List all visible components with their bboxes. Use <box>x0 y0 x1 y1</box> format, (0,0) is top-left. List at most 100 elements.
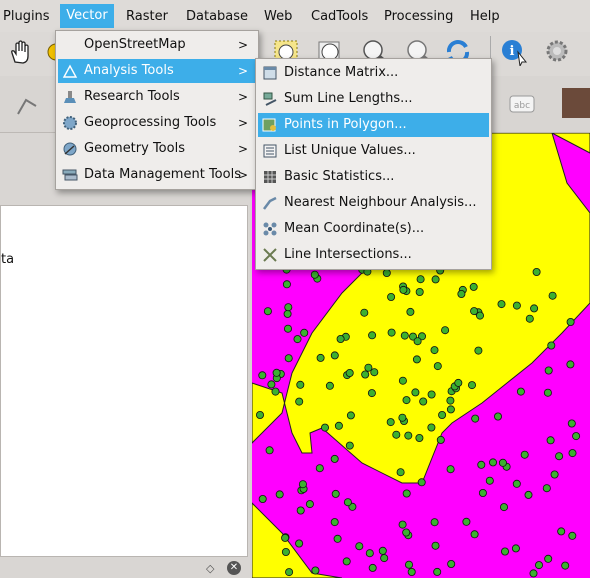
menu-item-points-in-polygon[interactable]: Points in Polygon... <box>258 113 489 137</box>
map-point <box>404 560 413 569</box>
map-point <box>427 423 436 432</box>
map-point <box>561 561 570 570</box>
menu-item-research-tools[interactable]: Research Tools > <box>58 85 256 109</box>
menu-item-distance-matrix[interactable]: Distance Matrix... <box>258 61 489 85</box>
menu-item-nearest-neighbour-analysis[interactable]: Nearest Neighbour Analysis... <box>258 191 489 215</box>
map-point <box>471 414 480 423</box>
menu-bar: Plugins Vector Raster Database Web CadTo… <box>0 0 590 33</box>
map-point <box>544 554 553 563</box>
menu-item-geometry-tools[interactable]: Geometry Tools > <box>58 137 256 161</box>
map-point <box>467 381 476 390</box>
vector-menu: OpenStreetMap > Analysis Tools > Researc… <box>55 30 259 190</box>
identify-icon[interactable]: i <box>500 38 528 66</box>
close-icon[interactable]: ✕ <box>227 561 241 575</box>
menu-item-analysis-tools[interactable]: Analysis Tools > <box>58 59 256 83</box>
menu-plugins[interactable]: Plugins <box>0 8 53 26</box>
digitize-icon[interactable] <box>14 92 42 120</box>
map-point <box>446 396 455 405</box>
map-point <box>258 371 267 380</box>
sum-line-lengths-icon <box>263 92 277 106</box>
map-point <box>345 368 354 377</box>
map-point <box>343 498 352 507</box>
menu-item-label: Research Tools <box>84 89 180 104</box>
basic-statistics-icon <box>264 171 276 183</box>
map-point <box>295 397 304 406</box>
map-point <box>285 568 294 577</box>
map-point <box>281 533 290 542</box>
map-point <box>512 301 521 310</box>
settings-gear-icon[interactable] <box>544 38 572 66</box>
map-point <box>433 362 442 371</box>
geoprocessing-icon <box>63 116 77 130</box>
map-point <box>345 441 354 450</box>
map-point <box>497 300 506 309</box>
map-point <box>411 388 420 397</box>
map-point <box>355 542 364 551</box>
submenu-arrow-icon: > <box>237 90 248 104</box>
menu-item-label: Basic Statistics... <box>284 169 395 184</box>
map-point <box>415 433 424 442</box>
label-abc-icon[interactable]: abc <box>508 90 536 118</box>
map-point <box>330 351 339 360</box>
map-point <box>430 518 439 527</box>
menu-item-sum-line-lengths[interactable]: Sum Line Lengths... <box>258 87 489 111</box>
float-icon[interactable]: ◇ <box>206 562 214 575</box>
menu-item-label: Points in Polygon... <box>284 117 407 132</box>
map-point <box>382 268 391 277</box>
menu-help[interactable]: Help <box>467 8 503 26</box>
map-point <box>392 430 401 439</box>
menu-item-label: Distance Matrix... <box>284 65 399 80</box>
map-point <box>566 360 575 369</box>
menu-item-line-intersections[interactable]: Line Intersections... <box>258 243 489 267</box>
menu-cadtools[interactable]: CadTools <box>308 8 371 26</box>
map-point <box>475 311 484 320</box>
map-point <box>532 267 541 276</box>
map-point <box>368 331 377 340</box>
map-point <box>361 370 370 379</box>
map-point <box>416 275 425 284</box>
menu-web[interactable]: Web <box>261 8 295 26</box>
menu-raster[interactable]: Raster <box>123 8 171 26</box>
menu-item-data-management-tools[interactable]: Data Management Tools > <box>58 163 256 187</box>
nearest-neighbour-icon <box>263 196 277 210</box>
map-point <box>315 464 324 473</box>
map-point <box>267 380 276 389</box>
map-point <box>529 569 538 578</box>
menu-item-geoprocessing-tools[interactable]: Geoprocessing Tools > <box>58 111 256 135</box>
menu-processing[interactable]: Processing <box>381 8 456 26</box>
map-point <box>398 520 407 529</box>
map-point <box>400 331 409 340</box>
menu-item-label: Geoprocessing Tools <box>84 115 217 130</box>
menu-item-mean-coordinates[interactable]: Mean Coordinate(s)... <box>258 217 489 241</box>
map-point <box>283 309 292 318</box>
menu-item-openstreetmap[interactable]: OpenStreetMap > <box>58 33 256 57</box>
map-point <box>407 567 416 576</box>
map-point <box>342 557 351 566</box>
pan-hand-icon[interactable] <box>6 38 34 66</box>
map-point <box>284 303 293 312</box>
menu-database[interactable]: Database <box>183 8 251 26</box>
map-point <box>447 559 456 568</box>
map-point <box>402 489 411 498</box>
map-point <box>436 435 445 444</box>
map-point <box>402 528 411 537</box>
menu-item-label: List Unique Values... <box>284 143 416 158</box>
map-point <box>493 412 502 421</box>
map-point <box>256 410 264 419</box>
map-point <box>398 413 407 422</box>
map-point <box>298 480 307 489</box>
menu-vector[interactable]: Vector <box>60 4 114 28</box>
menu-item-basic-statistics[interactable]: Basic Statistics... <box>258 165 489 189</box>
map-point <box>457 289 466 298</box>
map-point <box>387 328 396 337</box>
submenu-arrow-icon: > <box>237 64 248 78</box>
map-point <box>419 397 428 406</box>
map-point <box>557 527 566 536</box>
menu-item-list-unique-values[interactable]: List Unique Values... <box>258 139 489 163</box>
map-point <box>296 506 305 515</box>
map-point <box>566 317 575 326</box>
user-avatar[interactable] <box>562 88 590 118</box>
map-point <box>265 446 274 455</box>
map-point <box>404 431 413 440</box>
map-point <box>520 450 529 459</box>
